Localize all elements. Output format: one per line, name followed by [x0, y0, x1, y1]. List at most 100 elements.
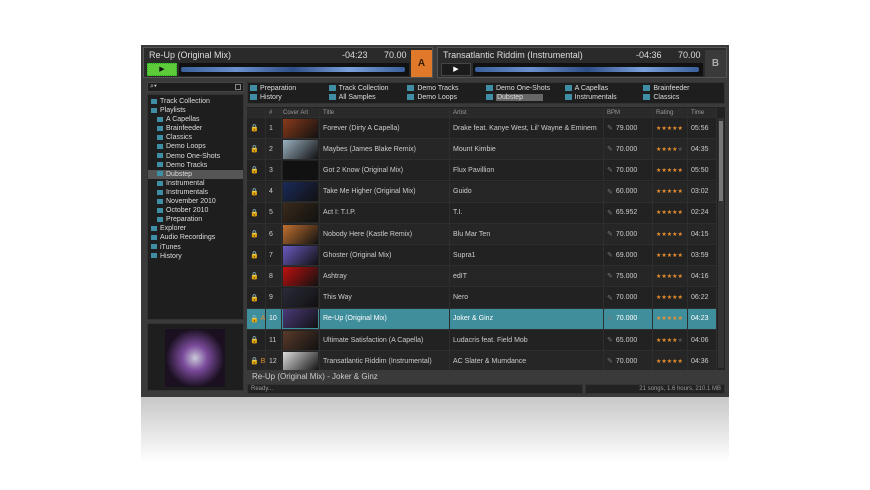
- favorite-item[interactable]: All Samples: [328, 93, 408, 102]
- tree-item[interactable]: October 2010: [148, 206, 243, 215]
- favorite-item[interactable]: Brainfeeder: [643, 84, 722, 93]
- track-rating[interactable]: ★★★★★: [653, 287, 688, 308]
- track-bpm: ✎ 60.000: [604, 181, 653, 202]
- playlist-icon: [485, 94, 493, 101]
- deck-a-letter[interactable]: A: [411, 50, 432, 77]
- header-title[interactable]: Title: [320, 108, 450, 117]
- deck-a-waveform[interactable]: [179, 63, 409, 76]
- deck-b-letter[interactable]: B: [705, 50, 726, 77]
- tree-item[interactable]: Demo Tracks: [148, 161, 243, 170]
- edit-icon[interactable]: ✎: [607, 272, 613, 280]
- track-title: Act I: T.I.P.: [320, 202, 450, 223]
- window-reflection: [141, 397, 729, 490]
- table-row[interactable]: 🔒 2 Maybes (James Blake Remix) Mount Kimbi…: [247, 139, 717, 161]
- tree-item[interactable]: Demo Loops: [148, 142, 243, 151]
- tree-item[interactable]: Explorer: [148, 224, 243, 233]
- table-row[interactable]: 🔒 A 10 Re-Up (Original Mix) Joker & Ginz ✎ 70…: [247, 308, 717, 330]
- deck-a-play-button[interactable]: ▶: [147, 63, 177, 76]
- edit-icon[interactable]: ✎: [607, 315, 613, 323]
- favorite-item[interactable]: Instrumentals: [564, 93, 644, 102]
- table-row[interactable]: 🔒 11 Ultimate Satisfaction (A Capella) Lud…: [247, 330, 717, 351]
- tree-item[interactable]: History: [148, 252, 243, 261]
- track-rating[interactable]: ★★★★★: [653, 245, 688, 266]
- favorite-item[interactable]: Demo One-Shots: [485, 84, 565, 93]
- favorite-item[interactable]: Demo Tracks: [407, 84, 486, 93]
- table-row[interactable]: 🔒 7 Ghoster (Original Mix) Supra1 ✎ 69.000 ★★…: [247, 245, 717, 267]
- edit-icon[interactable]: ✎: [607, 294, 613, 302]
- header-artist[interactable]: Artist: [450, 108, 604, 117]
- track-rating[interactable]: ★★★★★: [653, 139, 688, 160]
- track-rating[interactable]: ★★★★★: [653, 118, 688, 138]
- table-row[interactable]: 🔒 4 Take Me Higher (Original Mix) Guido ✎ 60…: [247, 181, 717, 203]
- track-rating[interactable]: ★★★★★: [653, 351, 688, 370]
- tree-item[interactable]: Audio Recordings: [148, 233, 243, 242]
- track-rating[interactable]: ★★★★★: [653, 224, 688, 244]
- track-rating[interactable]: ★★★★★: [653, 330, 688, 350]
- header-number[interactable]: #: [266, 108, 282, 117]
- tree-item[interactable]: Demo One-Shots: [148, 152, 243, 161]
- track-title: Got 2 Know (Original Mix): [320, 160, 450, 181]
- track-title: Re-Up (Original Mix): [320, 308, 450, 329]
- tree-item[interactable]: Brainfeeder: [148, 124, 243, 133]
- favorite-item[interactable]: Track Collection: [328, 84, 408, 93]
- header-time[interactable]: Time: [688, 108, 717, 117]
- table-row[interactable]: 🔒 6 Nobody Here (Kastle Remix) Blu Mar Ten…: [247, 224, 717, 245]
- table-row[interactable]: 🔒 8 Ashtray edIT ✎ 75.000 ★★★★★ 04:16: [247, 266, 717, 288]
- cover-art: [282, 139, 320, 160]
- deck-b-play-button[interactable]: ▶: [441, 63, 471, 76]
- tree-item[interactable]: A Capellas: [148, 115, 243, 124]
- edit-icon[interactable]: ✎: [607, 209, 613, 217]
- tree-item[interactable]: Preparation: [148, 215, 243, 224]
- edit-icon[interactable]: ✎: [607, 145, 613, 153]
- track-rating[interactable]: ★★★★★: [653, 266, 688, 287]
- tree-item[interactable]: Playlists: [148, 106, 243, 115]
- tree-item-label: Instrumentals: [166, 188, 209, 196]
- favorite-item[interactable]: Classics: [643, 93, 722, 102]
- lock-icon: 🔒: [247, 181, 266, 202]
- favorite-item[interactable]: A Capellas: [564, 84, 644, 93]
- lock-icon: 🔒: [247, 330, 266, 350]
- track-rating[interactable]: ★★★★★: [653, 160, 688, 181]
- playlist-icon: [564, 85, 572, 92]
- tree-item-label: A Capellas: [166, 116, 200, 124]
- edit-icon[interactable]: ✎: [607, 251, 613, 259]
- track-rating[interactable]: ★★★★★: [653, 202, 688, 223]
- edit-icon[interactable]: ✎: [607, 124, 613, 132]
- tree-item-label: Preparation: [166, 216, 203, 224]
- table-row[interactable]: 🔒 5 Act I: T.I.P. T.I. ✎ 65.952 ★★★★★ 02:24: [247, 202, 717, 224]
- scrollbar[interactable]: [718, 118, 724, 368]
- track-time: 04:36: [688, 351, 717, 370]
- favorite-item[interactable]: Demo Loops: [407, 93, 486, 102]
- edit-icon[interactable]: ✎: [607, 357, 613, 365]
- tree-item[interactable]: iTunes: [148, 243, 243, 252]
- table-row[interactable]: 🔒 3 Got 2 Know (Original Mix) Flux Pavilli…: [247, 160, 717, 182]
- tree-item[interactable]: Classics: [148, 133, 243, 142]
- tree-item[interactable]: Instrumentals: [148, 188, 243, 197]
- edit-icon[interactable]: ✎: [607, 166, 613, 174]
- favorite-item[interactable]: Dubstep: [485, 93, 565, 102]
- search-input[interactable]: ⌕▾: [147, 82, 244, 92]
- table-row[interactable]: 🔒 B 12 Transatlantic Riddim (Instrumental)…: [247, 351, 717, 370]
- header-rating[interactable]: Rating: [653, 108, 688, 117]
- edit-icon[interactable]: ✎: [607, 188, 613, 196]
- track-rating[interactable]: ★★★★★: [653, 308, 688, 329]
- table-row[interactable]: 🔒 9 This Way Nero ✎ 70.000 ★★★★★ 06:22: [247, 287, 717, 309]
- table-row[interactable]: 🔒 1 Forever (Dirty A Capella) Drake feat. …: [247, 118, 717, 139]
- tree-item[interactable]: Instrumental: [148, 179, 243, 188]
- favorite-item[interactable]: History: [250, 93, 329, 102]
- tree-item[interactable]: November 2010: [148, 197, 243, 206]
- favorite-item[interactable]: Preparation: [250, 84, 329, 93]
- favorite-label: Preparation: [260, 85, 297, 92]
- clear-search-icon[interactable]: [235, 84, 241, 90]
- deck-b-waveform[interactable]: [473, 63, 703, 76]
- header-bpm[interactable]: BPM: [604, 108, 653, 117]
- lock-icon: 🔒 A: [247, 308, 266, 329]
- tree-item[interactable]: Dubstep: [148, 169, 243, 179]
- scrollbar-thumb[interactable]: [719, 121, 723, 201]
- tree-item[interactable]: Track Collection: [148, 97, 243, 106]
- track-rating[interactable]: ★★★★★: [653, 181, 688, 202]
- header-cover[interactable]: Cover Art: [282, 108, 320, 117]
- track-number: 3: [266, 160, 282, 181]
- edit-icon[interactable]: ✎: [607, 230, 613, 238]
- edit-icon[interactable]: ✎: [607, 336, 613, 344]
